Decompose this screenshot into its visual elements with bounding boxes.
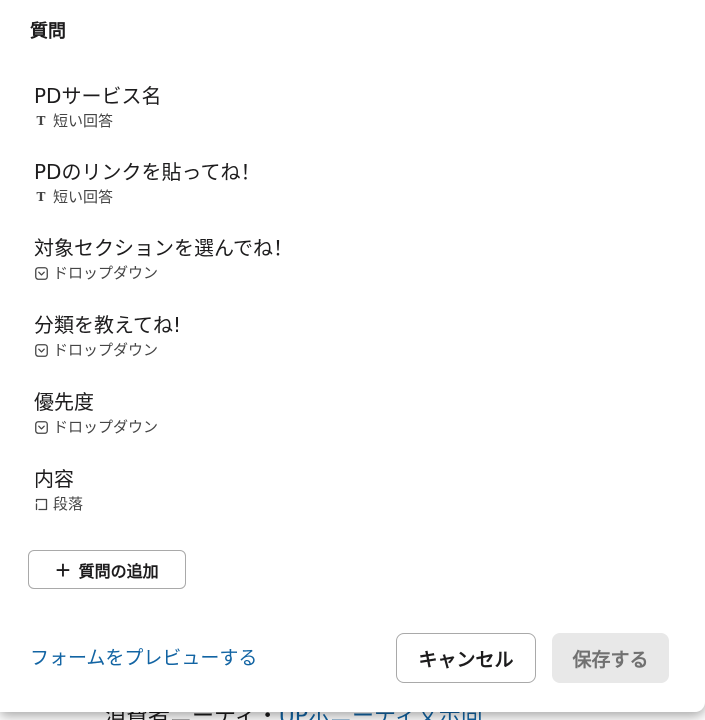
question-item[interactable]: 内容 段落 <box>34 466 634 514</box>
cancel-button[interactable]: キャンセル <box>396 633 536 683</box>
dropdown-icon <box>34 420 48 434</box>
question-type: ドロップダウン <box>34 263 634 283</box>
question-title: 優先度 <box>34 390 94 414</box>
question-title: 内容 <box>34 467 74 491</box>
short-answer-icon: T <box>36 190 46 204</box>
plus-icon: + <box>55 554 71 585</box>
question-title: PDのリンクを貼ってね！ <box>34 160 261 184</box>
dropdown-icon <box>34 266 48 280</box>
add-question-label: 質問の追加 <box>78 563 159 581</box>
question-type: T 短い回答 <box>34 111 634 131</box>
question-item[interactable]: PDサービス名 T 短い回答 <box>34 83 634 131</box>
section-title: 質問 <box>30 21 66 42</box>
question-item[interactable]: PDのリンクを貼ってね！ T 短い回答 <box>34 159 634 207</box>
question-type-label: ドロップダウン <box>53 341 159 359</box>
question-type-label: 短い回答 <box>53 112 114 130</box>
question-title: PDサービス名 <box>34 84 162 108</box>
paragraph-icon <box>34 497 48 511</box>
question-type: T 短い回答 <box>34 187 634 207</box>
save-button[interactable]: 保存する <box>552 633 669 683</box>
add-question-button[interactable]: + 質問の追加 <box>28 550 186 589</box>
question-type-label: ドロップダウン <box>53 264 159 282</box>
question-item[interactable]: 分類を教えてね! ドロップダウン <box>34 312 634 360</box>
question-type: 段落 <box>34 494 634 514</box>
question-title: 対象セクションを選んでね！ <box>34 236 293 260</box>
short-answer-icon: T <box>36 114 46 128</box>
question-item[interactable]: 優先度 ドロップダウン <box>34 389 634 437</box>
question-item[interactable]: 対象セクションを選んでね！ ドロップダウン <box>34 235 634 283</box>
question-type: ドロップダウン <box>34 417 634 437</box>
question-type-label: 短い回答 <box>53 188 114 206</box>
question-type-label: ドロップダウン <box>53 418 159 436</box>
question-type: ドロップダウン <box>34 340 634 360</box>
preview-form-link[interactable]: フォームをプレビューする <box>30 645 257 671</box>
workflow-form-dialog: 質問 PDサービス名 T 短い回答 PDのリンクを貼ってね！ T 短い回答 対象… <box>0 0 705 712</box>
question-title: 分類を教えてね! <box>34 313 182 337</box>
dropdown-icon <box>34 343 48 357</box>
question-type-label: 段落 <box>53 495 84 513</box>
